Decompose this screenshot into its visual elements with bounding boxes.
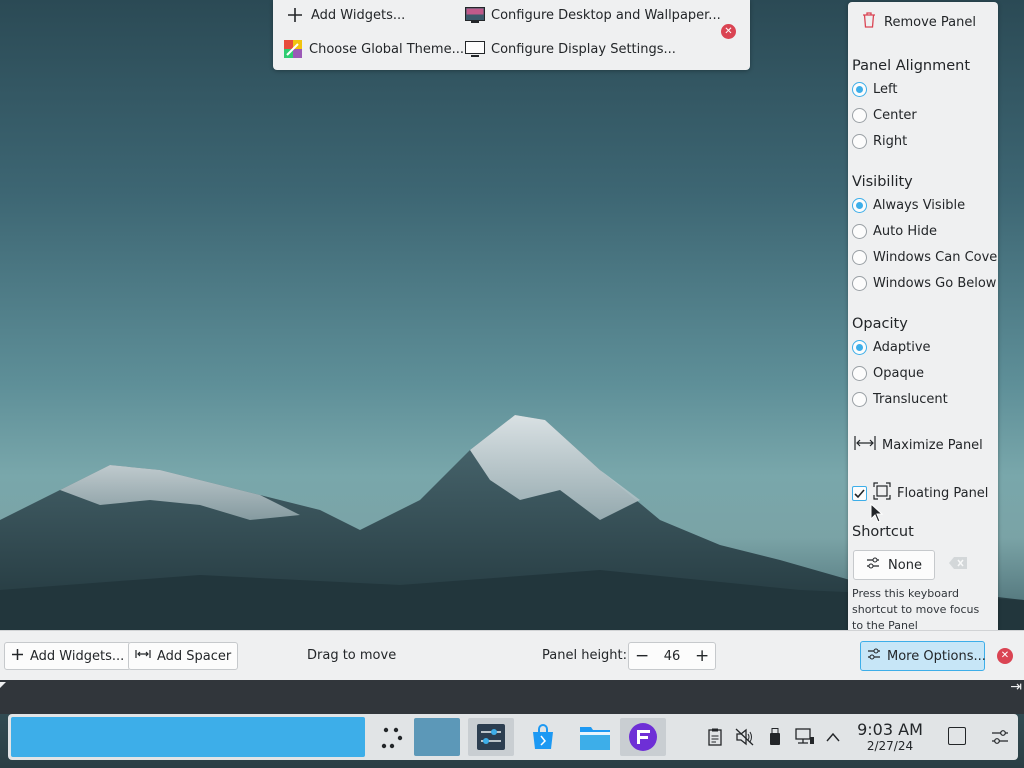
remove-panel-label: Remove Panel: [884, 14, 976, 30]
panel-options-popup: Remove Panel Panel Alignment Left Center…: [848, 2, 998, 638]
configure-icon: [867, 648, 881, 664]
system-settings-app-icon[interactable]: [468, 718, 514, 756]
visibility-always-visible-radio[interactable]: Always Visible: [852, 198, 965, 213]
global-theme-menu-item[interactable]: Choose Global Theme...: [283, 38, 464, 60]
spacer-widget[interactable]: [414, 718, 460, 756]
max-length-arrow-icon[interactable]: ⇥: [1010, 680, 1022, 694]
remove-panel-button[interactable]: Remove Panel: [856, 10, 990, 34]
add-widgets-menu-item[interactable]: Add Widgets...: [285, 4, 405, 26]
configure-desktop-menu-item[interactable]: Configure Desktop and Wallpaper...: [465, 4, 721, 26]
clock-time[interactable]: 9:03 AM: [856, 720, 924, 739]
visibility-auto-hide-radio[interactable]: Auto Hide: [852, 224, 937, 239]
file-manager-app-icon[interactable]: [572, 718, 618, 756]
taskbar-panel: 9:03 AM 2/27/24: [8, 714, 1018, 760]
add-widgets-label: Add Widgets...: [311, 7, 406, 23]
mouse-cursor: [870, 502, 884, 527]
more-options-button[interactable]: More Options...: [860, 641, 986, 671]
panel-offset-handle[interactable]: [0, 682, 6, 688]
close-edit-mode-button[interactable]: ✕: [997, 648, 1013, 664]
maximize-width-icon: [854, 434, 876, 456]
visibility-windows-can-cover-radio[interactable]: Windows Can Cover: [852, 250, 998, 265]
floating-icon: [873, 482, 891, 504]
display-settings-label: Configure Display Settings...: [491, 41, 676, 57]
floating-panel-toggle[interactable]: Floating Panel: [852, 482, 988, 504]
spacer-icon: [135, 648, 151, 664]
usb-device-icon[interactable]: [764, 725, 786, 749]
maximize-panel-label: Maximize Panel: [882, 437, 983, 453]
configure-icon: [866, 557, 880, 573]
theme-icon: [283, 40, 303, 58]
network-wired-icon[interactable]: [794, 725, 816, 749]
chevron-up-icon[interactable]: [822, 725, 844, 749]
monitor-icon: [465, 40, 485, 58]
shortcut-button-label: None: [888, 557, 922, 573]
panel-edit-toolbar: Add Widgets... Add Spacer Drag to move P…: [0, 630, 1024, 680]
panel-height-spinbox[interactable]: − 46 +: [628, 642, 716, 670]
floating-panel-checkbox[interactable]: [852, 485, 867, 501]
opacity-opaque-radio[interactable]: Opaque: [852, 366, 924, 381]
shortcut-button[interactable]: None: [853, 550, 935, 580]
panel-configure-icon[interactable]: [988, 725, 1012, 749]
opacity-translucent-radio[interactable]: Translucent: [852, 392, 948, 407]
global-theme-label: Choose Global Theme...: [309, 41, 464, 57]
alignment-right-radio[interactable]: Right: [852, 134, 907, 149]
plus-icon: [11, 648, 24, 665]
more-options-label: More Options...: [887, 648, 986, 664]
add-spacer-button[interactable]: Add Spacer: [128, 642, 239, 670]
wallpaper-icon: [465, 6, 485, 24]
clipboard-icon[interactable]: [704, 725, 726, 749]
opacity-heading: Opacity: [852, 316, 908, 332]
add-spacer-button-label: Add Spacer: [157, 648, 232, 664]
browser-app-icon[interactable]: [620, 718, 666, 756]
alignment-left-radio[interactable]: Left: [852, 82, 897, 97]
clear-shortcut-button[interactable]: [943, 550, 973, 580]
decrease-height-button[interactable]: −: [635, 646, 649, 666]
maximize-panel-button[interactable]: Maximize Panel: [854, 434, 983, 456]
add-widgets-button[interactable]: Add Widgets...: [4, 642, 132, 670]
add-widgets-button-label: Add Widgets...: [30, 648, 125, 664]
increase-height-button[interactable]: +: [695, 646, 709, 666]
floating-panel-label: Floating Panel: [897, 485, 989, 501]
volume-muted-icon[interactable]: [734, 725, 756, 749]
backspace-icon: [948, 556, 968, 574]
configure-desktop-label: Configure Desktop and Wallpaper...: [491, 7, 721, 23]
close-toolbar-button[interactable]: ✕: [721, 24, 736, 39]
panel-height-label: Panel height:: [542, 648, 628, 663]
drag-to-move-handle[interactable]: Drag to move: [307, 648, 396, 663]
alignment-heading: Panel Alignment: [852, 58, 971, 74]
plus-icon: [285, 6, 305, 24]
shortcut-hint-text: Press this keyboard shortcut to move foc…: [852, 587, 980, 632]
trash-icon: [862, 12, 876, 32]
discover-app-icon[interactable]: [520, 718, 566, 756]
pager-move-icon[interactable]: [374, 718, 412, 756]
opacity-adaptive-radio[interactable]: Adaptive: [852, 340, 931, 355]
visibility-heading: Visibility: [852, 174, 913, 190]
clock-date[interactable]: 2/27/24: [856, 739, 924, 753]
panel-ruler[interactable]: ⇥: [0, 680, 1024, 714]
display-settings-menu-item[interactable]: Configure Display Settings...: [465, 38, 676, 60]
widget-drop-area[interactable]: [11, 717, 365, 757]
desktop-edit-toolbar: Add Widgets... Configure Desktop and Wal…: [273, 0, 750, 70]
show-desktop-icon[interactable]: [948, 727, 966, 745]
panel-height-value: 46: [663, 648, 681, 664]
visibility-windows-go-below-radio[interactable]: Windows Go Below: [852, 276, 996, 291]
alignment-center-radio[interactable]: Center: [852, 108, 917, 123]
